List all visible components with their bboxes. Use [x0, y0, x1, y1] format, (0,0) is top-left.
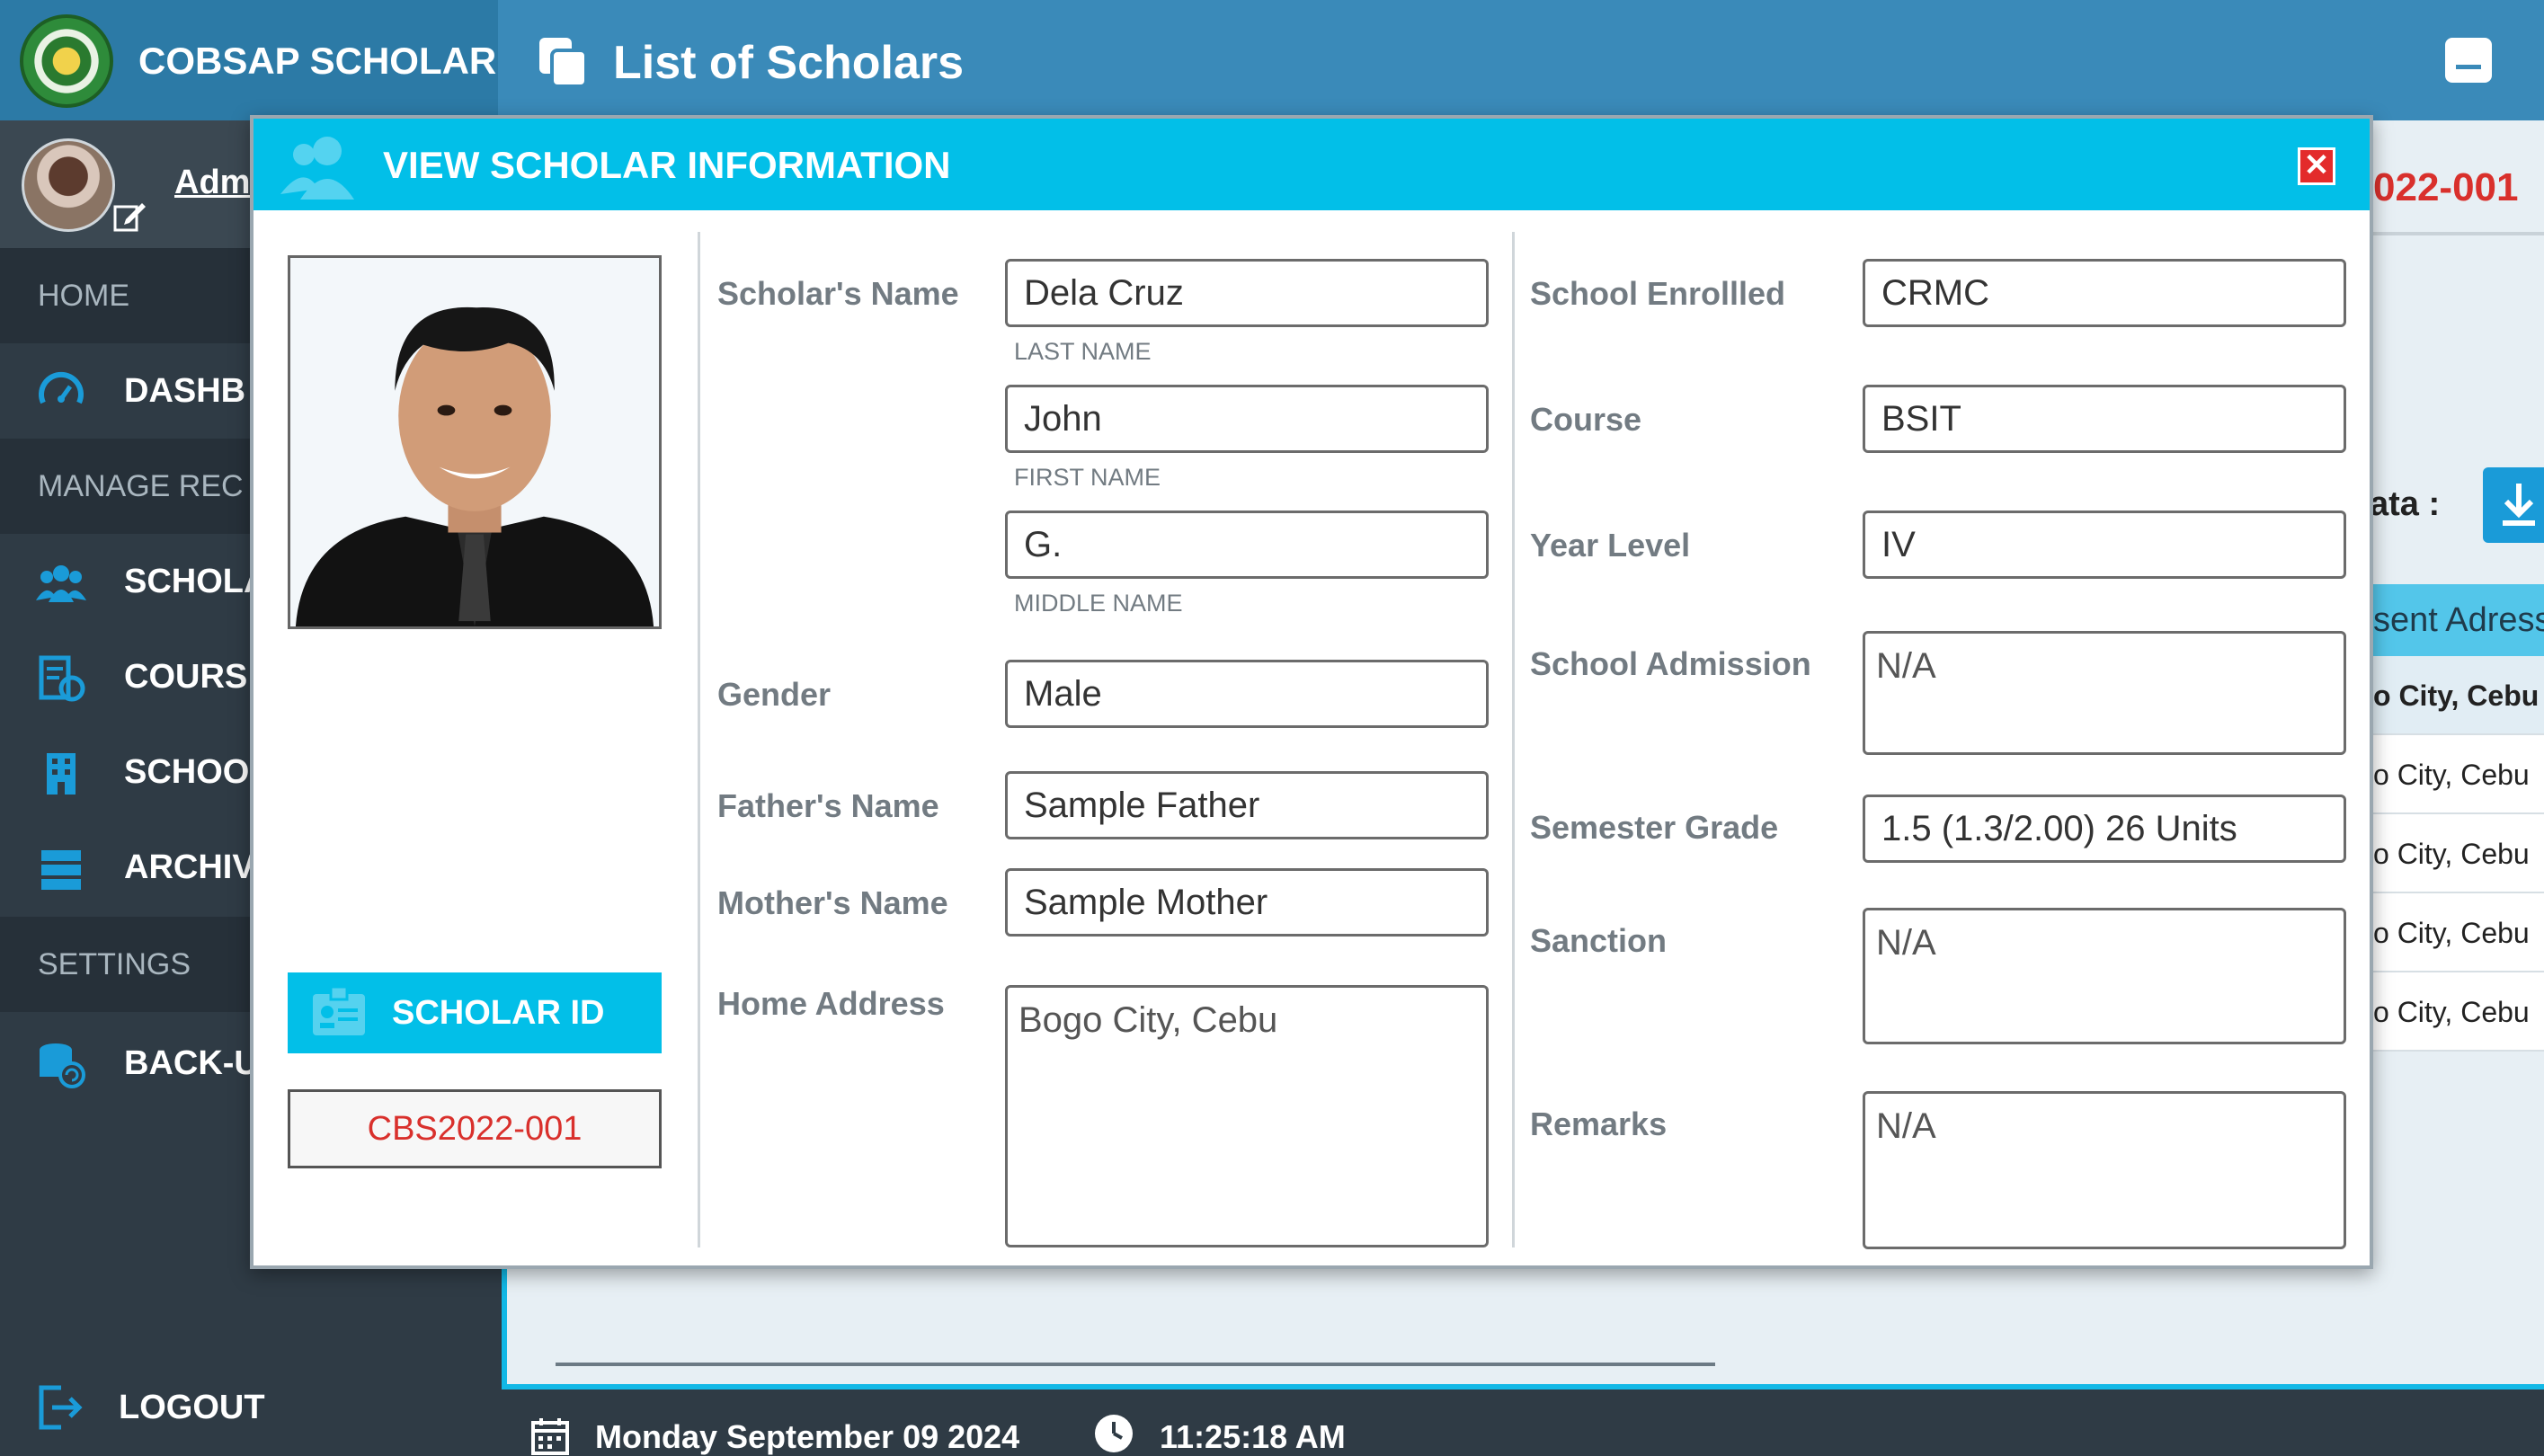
current-date: Monday September 09 2024 [595, 1418, 1020, 1455]
column-header-present-address[interactable]: sent Adress [2370, 584, 2544, 656]
selected-scholar-id: 022-001 [2373, 165, 2519, 209]
close-button[interactable]: ✕ [2298, 147, 2335, 185]
school-enrolled-label: School Enrollled [1530, 275, 1786, 312]
status-bar: Monday September 09 2024 11:25:18 AM [498, 1393, 2544, 1456]
sidebar-item-label: SCHOO [124, 753, 250, 791]
view-scholar-modal: VIEW SCHOLAR INFORMATION ✕ SCHOLAR ID CB… [250, 115, 2373, 1269]
table-row[interactable]: o City, Cebu [2370, 972, 2544, 1052]
school-enrolled-field[interactable]: CRMC [1863, 259, 2346, 327]
modal-title: VIEW SCHOLAR INFORMATION [383, 144, 951, 186]
year-level-field[interactable]: IV [1863, 510, 2346, 579]
page-title: List of Scholars [613, 37, 965, 89]
sanction-label: Sanction [1530, 922, 1668, 959]
sidebar-item-label: COURS [124, 658, 248, 696]
edit-icon[interactable] [111, 198, 147, 234]
scholar-id-value: CBS2022-001 [288, 1089, 662, 1168]
home-address-field[interactable]: Bogo City, Cebu [1005, 985, 1489, 1247]
divider [1512, 232, 1515, 1247]
top-bar: List of Scholars [498, 0, 2544, 120]
middle-name-field[interactable]: G. [1005, 510, 1489, 579]
school-admission-field[interactable]: N/A [1863, 631, 2346, 755]
mother-name-label: Mother's Name [717, 884, 948, 921]
scholars-icon [36, 565, 86, 602]
remarks-field[interactable]: N/A [1863, 1091, 2346, 1249]
courses-icon [39, 655, 85, 702]
table-row[interactable]: o City, Cebu [2370, 656, 2544, 735]
brand-name: COBSAP SCHOLAR [138, 40, 497, 82]
current-time: 11:25:18 AM [1160, 1418, 1346, 1455]
year-level-label: Year Level [1530, 527, 1691, 564]
sidebar-item-label: SCHOLA [124, 563, 269, 600]
gender-label: Gender [717, 676, 832, 713]
semester-grade-label: Semester Grade [1530, 809, 1779, 846]
download-icon [2503, 484, 2535, 526]
sidebar-item-label: BACK-U [124, 1044, 259, 1082]
minimize-button[interactable] [2445, 38, 2492, 83]
logout-button[interactable]: LOGOUT [0, 1359, 498, 1456]
data-label: ata : [2370, 485, 2441, 523]
copy-icon [539, 38, 588, 88]
table-row[interactable]: o City, Cebu [2370, 814, 2544, 893]
semester-grade-field[interactable]: 1.5 (1.3/2.00) 26 Units [1863, 795, 2346, 863]
last-name-caption: LAST NAME [1014, 338, 1152, 365]
backup-icon [40, 1043, 85, 1088]
divider [2370, 232, 2544, 235]
scholar-photo [288, 255, 662, 629]
last-name-field[interactable]: Dela Cruz [1005, 259, 1489, 327]
brand-bar: COBSAP SCHOLAR [0, 0, 498, 120]
course-field[interactable]: BSIT [1863, 385, 2346, 453]
sidebar-item-label: DASHB [124, 372, 246, 410]
course-label: Course [1530, 401, 1642, 438]
first-name-field[interactable]: John [1005, 385, 1489, 453]
divider [698, 232, 700, 1247]
dashboard-icon [39, 371, 84, 404]
cobsap-logo [20, 14, 113, 108]
avatar [22, 138, 115, 232]
first-name-caption: FIRST NAME [1014, 464, 1161, 491]
modal-header: VIEW SCHOLAR INFORMATION ✕ [254, 119, 2370, 210]
logout-icon [39, 1385, 83, 1430]
calendar-icon [531, 1418, 569, 1455]
horizontal-scrollbar[interactable] [556, 1363, 1715, 1366]
scholar-id-button-label: SCHOLAR ID [392, 994, 605, 1032]
download-button[interactable] [2483, 467, 2544, 543]
home-address-label: Home Address [717, 985, 945, 1022]
table-row[interactable]: o City, Cebu [2370, 893, 2544, 972]
clock-icon [1095, 1415, 1133, 1452]
gender-field[interactable]: Male [1005, 660, 1489, 728]
sanction-field[interactable]: N/A [1863, 908, 2346, 1044]
id-card-icon [313, 985, 365, 1035]
user-name-link[interactable]: Admi [174, 164, 260, 202]
users-icon [280, 137, 354, 200]
mother-name-field[interactable]: Sample Mother [1005, 868, 1489, 937]
school-icon [47, 753, 76, 795]
table-row[interactable]: o City, Cebu [2370, 735, 2544, 814]
middle-name-caption: MIDDLE NAME [1014, 590, 1183, 617]
sidebar-item-label: ARCHIV [124, 848, 255, 886]
father-name-label: Father's Name [717, 787, 939, 824]
school-admission-label: School Admission [1530, 645, 1811, 682]
logout-label: LOGOUT [119, 1389, 265, 1426]
scholar-id-button[interactable]: SCHOLAR ID [288, 972, 662, 1053]
remarks-label: Remarks [1530, 1105, 1668, 1142]
scholar-name-label: Scholar's Name [717, 275, 959, 312]
father-name-field[interactable]: Sample Father [1005, 771, 1489, 839]
archive-icon [41, 850, 81, 890]
